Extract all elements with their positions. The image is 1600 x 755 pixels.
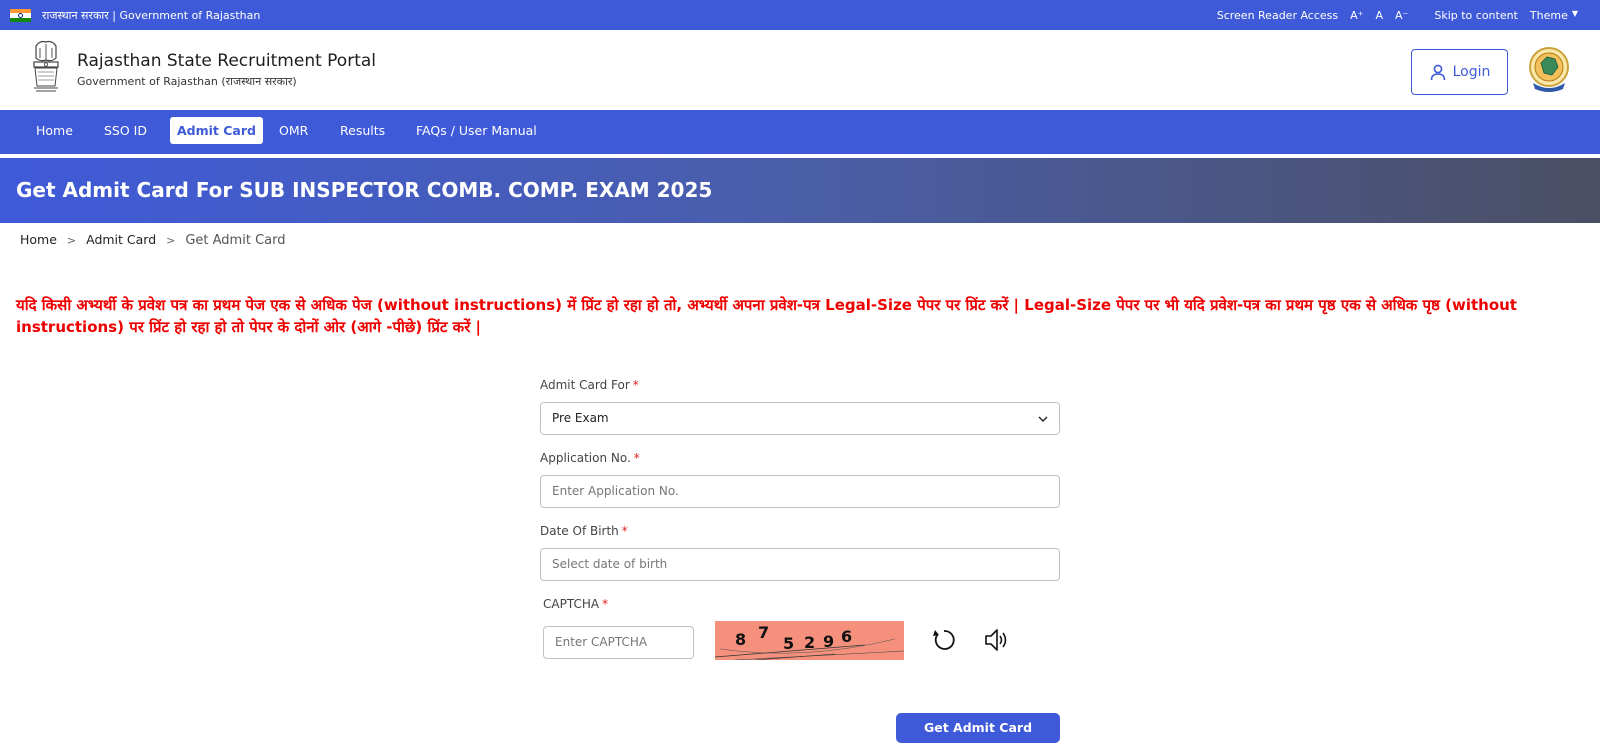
captcha-digit: 9 xyxy=(823,632,835,651)
captcha-digit: 2 xyxy=(804,633,816,652)
breadcrumb: Home > Admit Card > Get Admit Card xyxy=(20,232,285,248)
speaker-icon[interactable] xyxy=(982,626,1010,654)
captcha-digit: 5 xyxy=(783,634,795,653)
captcha-digit: 8 xyxy=(735,630,747,649)
captcha-image: 8 7 5 2 9 6 xyxy=(715,621,904,660)
accessibility-tools: Screen Reader Access A⁺ A A⁻ Skip to con… xyxy=(1205,9,1578,22)
captcha-digit: 7 xyxy=(758,623,770,642)
font-decrease-button[interactable]: A⁻ xyxy=(1395,9,1408,22)
user-icon xyxy=(1430,64,1445,81)
captcha-label: CAPTCHA * xyxy=(543,597,609,611)
portal-title: Rajasthan State Recruitment Portal xyxy=(77,51,377,71)
india-flag-icon xyxy=(10,9,31,22)
page-banner: Get Admit Card For SUB INSPECTOR COMB. C… xyxy=(0,158,1600,223)
nav-item-admit-card[interactable]: Admit Card xyxy=(170,117,263,144)
date-of-birth-input[interactable]: Select date of birth xyxy=(540,548,1060,581)
breadcrumb-separator: > xyxy=(66,234,77,247)
admit-for-value: Pre Exam xyxy=(552,411,609,425)
print-notice: यदि किसी अभ्यर्थी के प्रवेश पत्र का प्रथ… xyxy=(16,296,1517,336)
font-normal-button[interactable]: A xyxy=(1375,9,1383,22)
nav-item-omr[interactable]: OMR xyxy=(272,117,315,144)
font-increase-button[interactable]: A⁺ xyxy=(1350,9,1363,22)
nav-item-home[interactable]: Home xyxy=(29,117,80,144)
captcha-digit: 6 xyxy=(841,627,853,646)
site-header: Rajasthan State Recruitment Portal Gover… xyxy=(0,30,1600,110)
captcha-input[interactable]: Enter CAPTCHA xyxy=(543,626,694,659)
date-of-birth-label: Date Of Birth * xyxy=(540,524,628,538)
breadcrumb-admit-card[interactable]: Admit Card xyxy=(86,232,156,247)
admit-for-select[interactable]: Pre Exam xyxy=(540,402,1060,435)
government-label: राजस्थान सरकार | Government of Rajasthan xyxy=(42,9,261,22)
theme-caret-icon: ▼ xyxy=(1571,9,1578,18)
application-no-input[interactable]: Enter Application No. xyxy=(540,475,1060,508)
page-title: Get Admit Card For SUB INSPECTOR COMB. C… xyxy=(16,178,713,202)
top-utility-bar: राजस्थान सरकार | Government of Rajasthan… xyxy=(0,0,1600,30)
skip-to-content-link[interactable]: Skip to content xyxy=(1434,9,1518,22)
portal-subtitle: Government of Rajasthan (राजस्थान सरकार) xyxy=(77,75,297,88)
login-button[interactable]: Login xyxy=(1411,49,1508,95)
breadcrumb-separator: > xyxy=(166,234,176,247)
breadcrumb-current: Get Admit Card xyxy=(185,233,286,248)
refresh-icon[interactable] xyxy=(930,626,958,654)
ashoka-emblem-icon xyxy=(33,40,59,92)
get-admit-card-button[interactable]: Get Admit Card xyxy=(896,713,1060,743)
nav-item-faqs[interactable]: FAQs / User Manual xyxy=(409,117,544,144)
admit-for-label: Admit Card For * xyxy=(540,378,639,392)
theme-dropdown[interactable]: Theme xyxy=(1530,9,1568,22)
screen-reader-link[interactable]: Screen Reader Access xyxy=(1217,9,1338,22)
login-label: Login xyxy=(1452,64,1491,80)
rajasthan-logo-icon xyxy=(1529,47,1569,92)
nav-item-sso-id[interactable]: SSO ID xyxy=(97,117,154,144)
chevron-down-icon xyxy=(1038,416,1048,422)
nav-item-results[interactable]: Results xyxy=(333,117,392,144)
application-no-label: Application No. * xyxy=(540,451,640,465)
breadcrumb-home[interactable]: Home xyxy=(20,232,57,247)
main-navigation: Home SSO ID Admit Card OMR Results FAQs … xyxy=(0,110,1600,154)
